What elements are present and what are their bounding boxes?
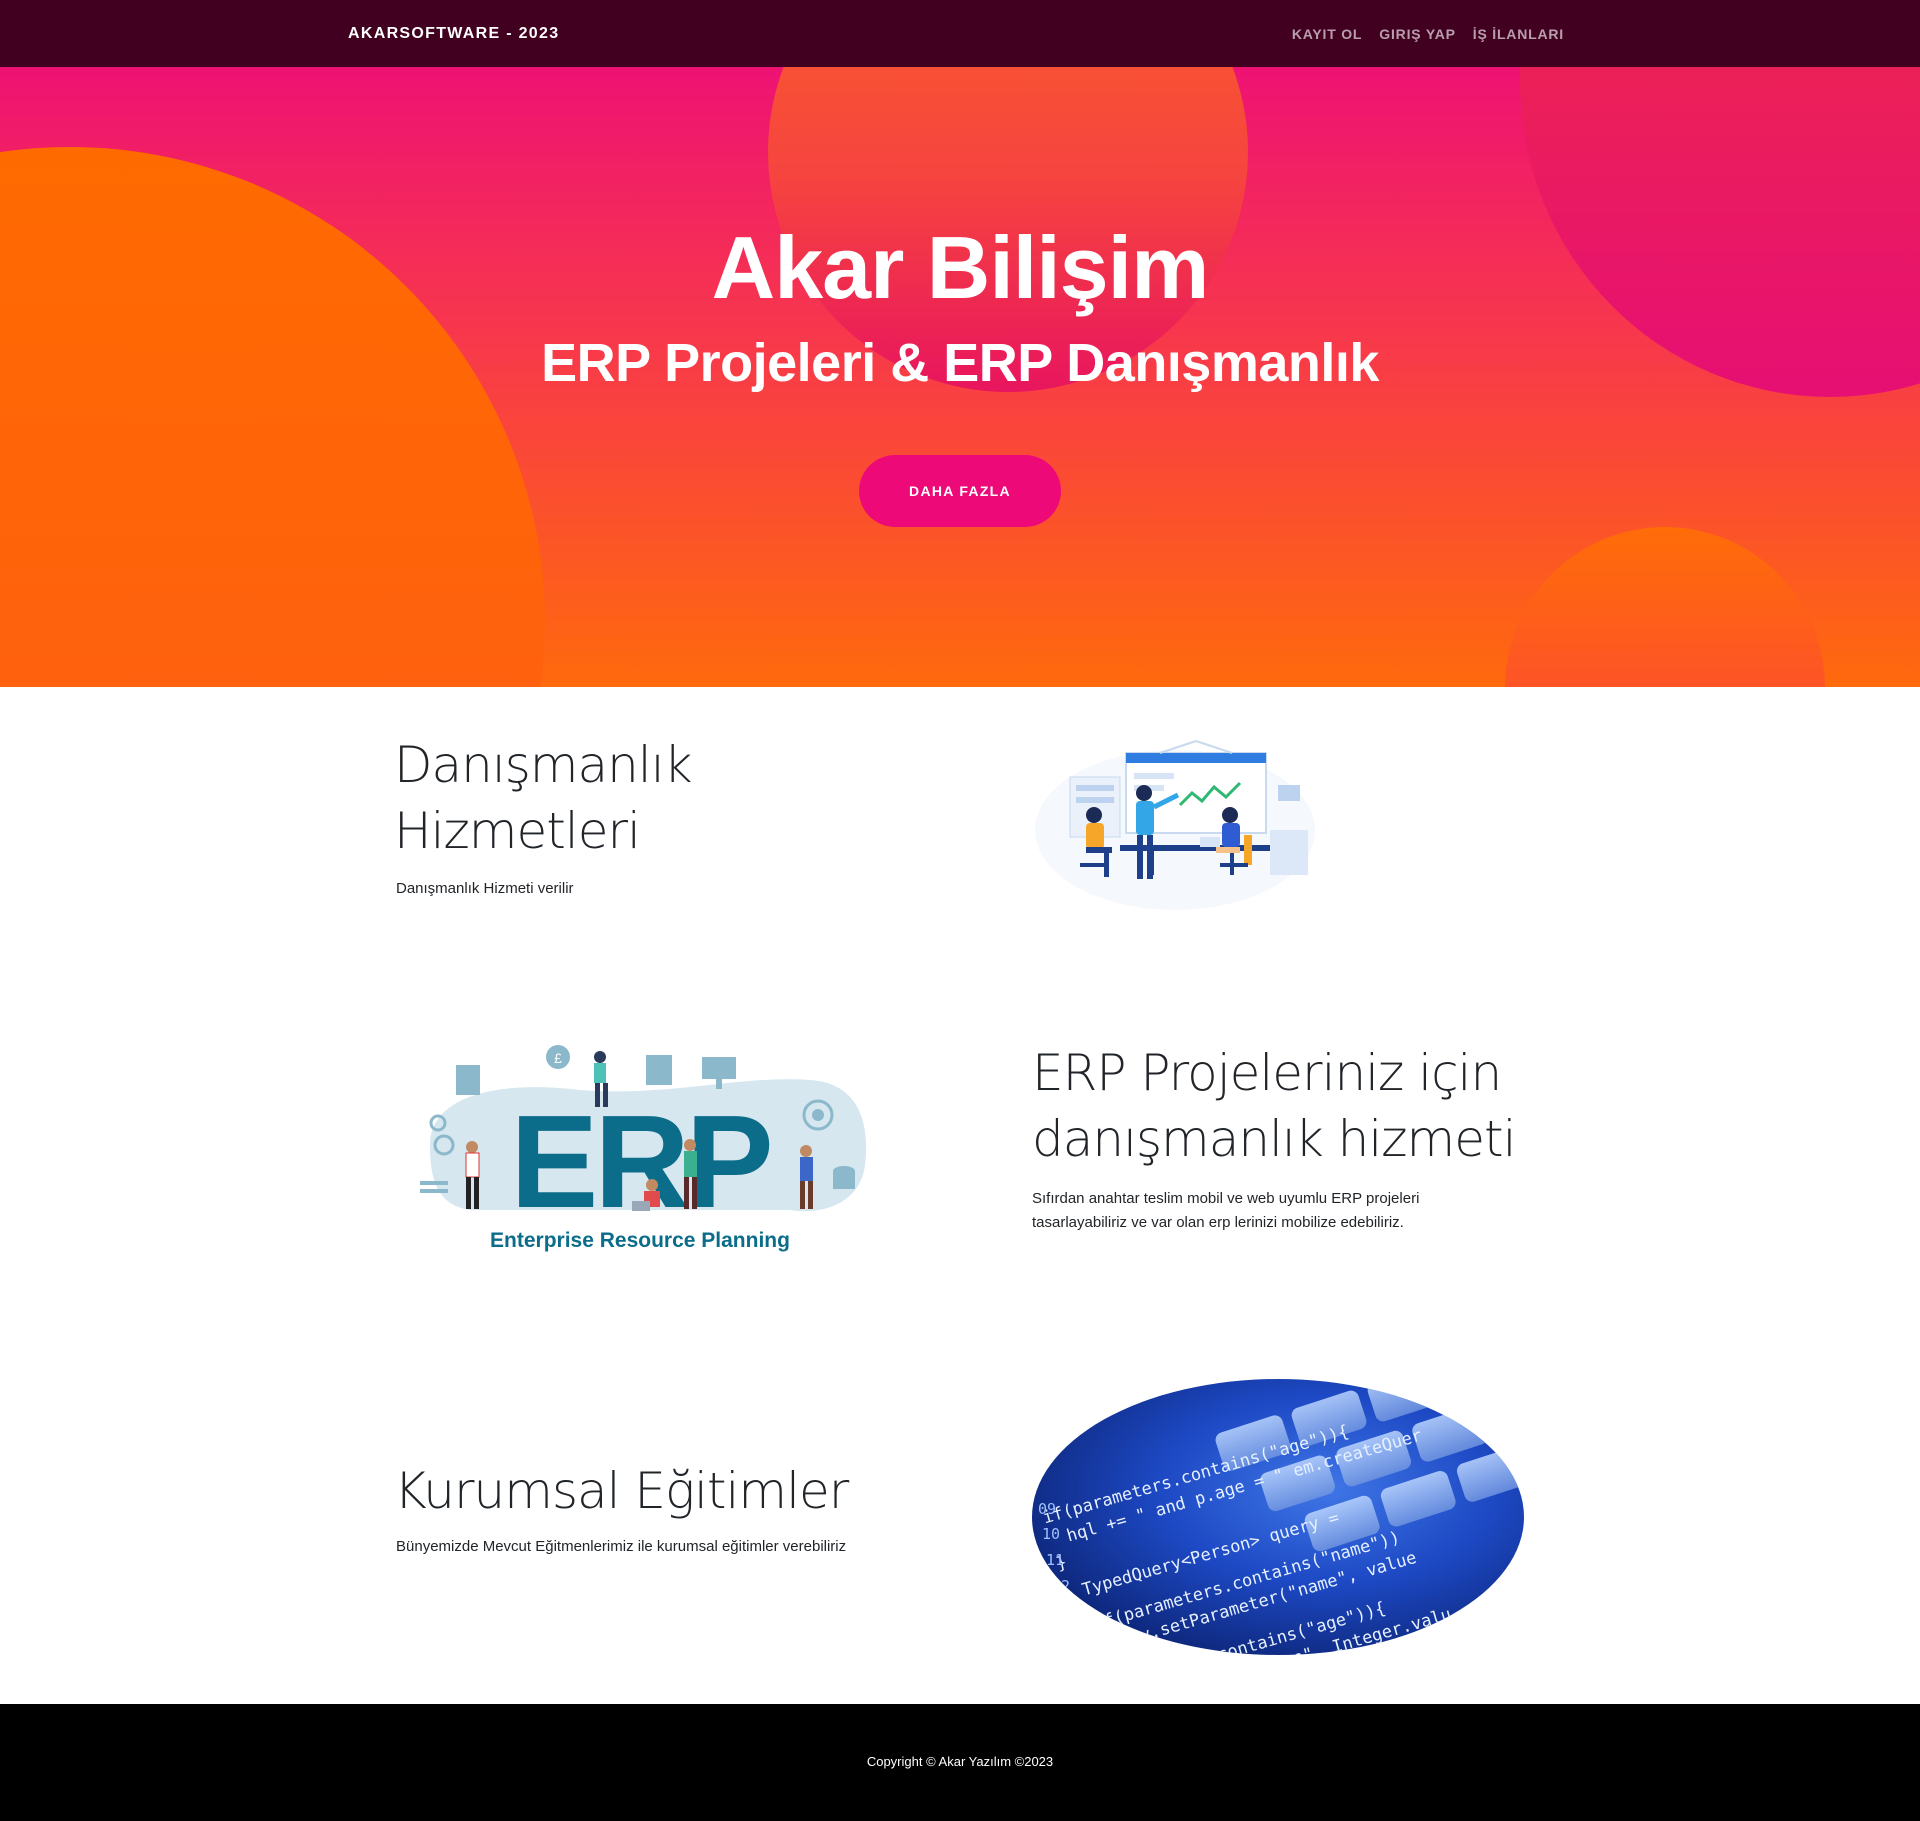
section-text: Sıfırdan anahtar teslim mobil ve web uyu… [1032,1190,1420,1231]
line-number: 10 [1042,1525,1060,1543]
line-number: 11 [1046,1551,1064,1569]
section-heading: ERP Projeleriniz için danışmanlık hizmet… [1032,1044,1516,1168]
erp-caption: Enterprise Resource Planning [490,1229,790,1252]
line-number: 09 [1038,1500,1056,1518]
brand-logo-link[interactable]: AKARSOFTWARE - 2023 [348,0,559,67]
hero-decor-circle [1505,527,1825,687]
code-keyboard-photo: if(parameters.contains("age")){ hql += "… [1032,1379,1524,1655]
section-text: Bünyemizde Mevcut Eğitmenlerimiz ile kur… [396,1538,847,1555]
line-number: 12 [1052,1577,1070,1595]
section-heading: Kurumsal Eğitimler [394,1462,849,1520]
svg-text:£: £ [554,1050,562,1066]
top-navbar: AKARSOFTWARE - 2023 KAYIT OL GIRIŞ YAP İ… [0,0,1920,67]
hero-banner: Akar Bilişim ERP Projeleri & ERP Danışma… [0,67,1920,687]
consulting-team-illustration [1035,740,1315,910]
nav-link-job-listings[interactable]: İŞ İLANLARI [1473,26,1564,42]
page-footer: Copyright © Akar Yazılım ©2023 [0,1704,1920,1821]
section-text: Danışmanlık Hizmeti verilir [396,880,574,897]
learn-more-button[interactable]: DAHA FAZLA [859,455,1061,527]
erp-illustration: £ ERP Enterprise Resource Planning [420,1045,867,1252]
erp-big-text: ERP [510,1088,769,1235]
hero-title: Akar Bilişim [711,218,1210,317]
nav-links: KAYIT OL GIRIŞ YAP İŞ İLANLARI [1292,0,1564,67]
copyright-text: Copyright © Akar Yazılım ©2023 [866,1754,1054,1769]
hero-subtitle: ERP Projeleri & ERP Danışmanlık [541,333,1379,393]
section-heading: Danışmanlık Hizmetleri [394,736,693,860]
nav-link-register[interactable]: KAYIT OL [1292,26,1362,42]
nav-link-login[interactable]: GIRIŞ YAP [1379,26,1455,42]
line-number: 13 [1060,1603,1078,1621]
